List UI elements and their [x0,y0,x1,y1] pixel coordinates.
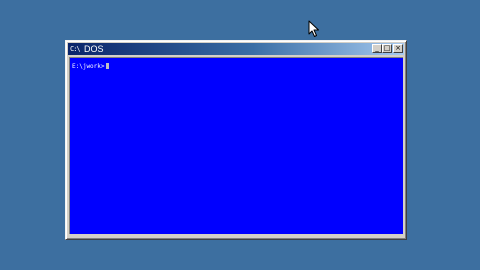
close-button[interactable]: × [393,44,403,53]
command-prompt-line[interactable]: E:\jwork> [72,63,109,71]
maximize-icon: □ [383,44,391,52]
command-prompt: E:\jwork> [72,63,105,70]
console-area[interactable]: E:\jwork> [69,57,403,234]
desktop: C:\ DOS _ □ × E:\jwork> [0,0,480,270]
maximize-button[interactable]: □ [382,44,392,53]
close-icon: × [395,44,401,52]
text-cursor [105,63,109,69]
window-titlebar[interactable]: C:\ DOS _ □ × [68,43,404,55]
window-title: DOS [84,44,104,54]
minimize-button[interactable]: _ [372,44,382,53]
dos-window[interactable]: C:\ DOS _ □ × E:\jwork> [65,40,407,240]
dos-prompt-icon: C:\ [70,45,81,53]
mouse-pointer-icon [308,20,319,37]
minimize-icon: _ [375,44,379,52]
